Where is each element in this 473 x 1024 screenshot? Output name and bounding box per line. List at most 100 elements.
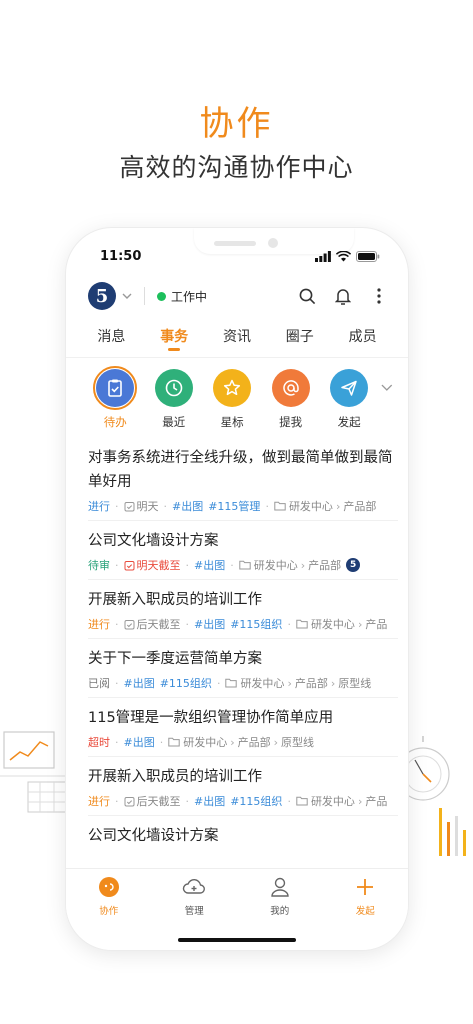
phone-frame: 11:50 5 工作中 消息 事务 资讯 圈子 成员 待办 最近 星标 提我 发…	[66, 228, 408, 950]
task-item[interactable]: 115管理是一款组织管理协作简单应用 超时 · #出图 · 研发中心 › 产品部 › 原…	[88, 698, 398, 757]
task-due: 后天截至	[124, 616, 181, 632]
quick-recent[interactable]: 最近	[144, 366, 202, 430]
quick-mentions[interactable]: 提我	[261, 366, 319, 430]
task-meta: 进行 · 后天截至 · #出图 #115组织 · 研发中心 › 产品	[88, 616, 388, 632]
task-list: 对事务系统进行全线升级，做到最简单做到最简单好用 进行 · 明天 · #出图 #…	[88, 438, 398, 854]
task-title: 关于下一季度运营简单方案	[88, 651, 262, 667]
chevron-down-icon[interactable]	[122, 290, 134, 302]
task-meta: 待审 · 明天截至 · #出图 · 研发中心 › 产品部 5	[88, 557, 398, 573]
nav-mine[interactable]: 我的	[250, 875, 310, 917]
task-status: 进行	[88, 618, 110, 631]
folder-icon	[168, 737, 180, 747]
top-bar: 5 工作中	[88, 280, 388, 312]
tab-bar: 消息 事务 资讯 圈子 成员	[66, 324, 408, 358]
task-tag[interactable]: #出图	[194, 793, 225, 809]
quick-starred[interactable]: 星标	[203, 366, 261, 430]
at-icon	[271, 369, 310, 407]
task-due: 后天截至	[124, 793, 181, 809]
task-tag[interactable]: #115组织	[160, 675, 212, 691]
task-tag[interactable]: #115组织	[230, 793, 282, 809]
nav-mine-label: 我的	[270, 906, 290, 917]
quick-mentions-label: 提我	[279, 415, 303, 429]
clock-icon	[154, 369, 193, 407]
task-meta: 进行 · 明天 · #出图 #115管理 · 研发中心 › 产品部	[88, 498, 377, 514]
task-tag[interactable]: #出图	[124, 675, 155, 691]
work-status-label[interactable]: 工作中	[171, 288, 207, 305]
signal-icon	[315, 250, 331, 262]
task-item[interactable]: 公司文化墙设计方案	[88, 816, 398, 854]
task-title: 115管理是一款组织管理协作简单应用	[88, 710, 334, 726]
home-indicator	[178, 938, 296, 942]
tab-circles[interactable]: 圈子	[275, 324, 325, 357]
task-status: 待审	[88, 559, 110, 572]
cloud-plus-icon	[182, 875, 206, 899]
nav-initiate-label: 发起	[355, 906, 375, 917]
user-icon	[268, 875, 292, 899]
wifi-icon	[336, 250, 351, 261]
folder-icon	[274, 501, 286, 511]
search-icon[interactable]	[298, 287, 316, 305]
bottom-nav: 协作 管理 我的 发起	[66, 868, 408, 950]
quick-initiate-label: 发起	[337, 415, 361, 429]
task-title: 公司文化墙设计方案	[88, 533, 219, 549]
task-title: 对事务系统进行全线升级，做到最简单做到最简单好用	[88, 450, 393, 490]
folder-icon	[239, 560, 251, 570]
quick-todo[interactable]: 待办	[86, 366, 144, 430]
task-tag[interactable]: #出图	[194, 616, 225, 632]
task-path: 研发中心 › 产品部 › 原型线	[225, 675, 371, 691]
promo-title: 协作	[199, 104, 274, 144]
task-meta: 已阅 · #出图 #115组织 · 研发中心 › 产品部 › 原型线	[88, 675, 372, 691]
task-path: 研发中心 › 产品部	[239, 557, 341, 573]
task-tag[interactable]: #出图	[194, 557, 225, 573]
quick-recent-label: 最近	[162, 415, 186, 429]
task-title: 开展新入职成员的培训工作	[88, 592, 262, 608]
task-status: 进行	[88, 500, 110, 513]
task-tag[interactable]: #出图	[124, 734, 155, 750]
folder-icon	[296, 619, 308, 629]
calendar-check-icon	[124, 796, 134, 806]
more-vertical-icon[interactable]	[370, 287, 388, 305]
star-icon	[213, 369, 252, 407]
task-status: 进行	[88, 795, 110, 808]
task-item[interactable]: 对事务系统进行全线升级，做到最简单做到最简单好用 进行 · 明天 · #出图 #…	[88, 438, 398, 521]
task-item[interactable]: 公司文化墙设计方案 待审 · 明天截至 · #出图 · 研发中心 › 产品部 5	[88, 521, 398, 580]
task-tag[interactable]: #115组织	[230, 616, 282, 632]
task-status: 超时	[88, 736, 110, 749]
org-logo[interactable]: 5	[88, 282, 116, 310]
bell-icon[interactable]	[334, 287, 352, 305]
status-bar: 11:50	[100, 246, 380, 266]
nav-collab[interactable]: 协作	[79, 875, 139, 917]
nav-manage[interactable]: 管理	[164, 875, 224, 917]
task-title: 开展新入职成员的培训工作	[88, 769, 262, 785]
clipboard-icon	[96, 369, 135, 407]
calendar-check-icon	[124, 560, 134, 570]
task-item[interactable]: 开展新入职成员的培训工作 进行 · 后天截至 · #出图 #115组织 · 研发…	[88, 580, 398, 639]
task-title: 公司文化墙设计方案	[88, 828, 219, 844]
avatar: 5	[346, 558, 361, 572]
task-item[interactable]: 关于下一季度运营简单方案 已阅 · #出图 #115组织 · 研发中心 › 产品部 ›…	[88, 639, 398, 698]
status-time: 11:50	[100, 248, 142, 264]
tab-messages[interactable]: 消息	[86, 324, 136, 357]
chevron-down-icon[interactable]	[380, 380, 394, 394]
task-meta: 进行 · 后天截至 · #出图 #115组织 · 研发中心 › 产品	[88, 793, 388, 809]
tab-news[interactable]: 资讯	[212, 324, 262, 357]
task-tag[interactable]: #115管理	[208, 498, 260, 514]
folder-icon	[225, 678, 238, 688]
chat-bubble-icon	[97, 875, 121, 899]
quick-initiate[interactable]: 发起	[320, 366, 378, 430]
task-path: 研发中心 › 产品	[296, 616, 387, 632]
task-due: 明天	[124, 498, 159, 514]
promo-subtitle: 高效的沟通协作中心	[119, 153, 354, 182]
calendar-check-icon	[124, 501, 134, 511]
task-due: 明天截至	[124, 557, 181, 573]
nav-initiate[interactable]: 发起	[335, 875, 395, 917]
task-path: 研发中心 › 产品	[296, 793, 387, 809]
task-tag[interactable]: #出图	[172, 498, 203, 514]
quick-starred-label: 星标	[220, 415, 244, 429]
quick-actions: 待办 最近 星标 提我 发起	[86, 366, 394, 432]
tab-members[interactable]: 成员	[338, 324, 388, 357]
tab-affairs[interactable]: 事务	[149, 324, 199, 357]
nav-manage-label: 管理	[184, 906, 204, 917]
battery-icon	[356, 250, 380, 262]
task-item[interactable]: 开展新入职成员的培训工作 进行 · 后天截至 · #出图 #115组织 · 研发…	[88, 757, 398, 816]
